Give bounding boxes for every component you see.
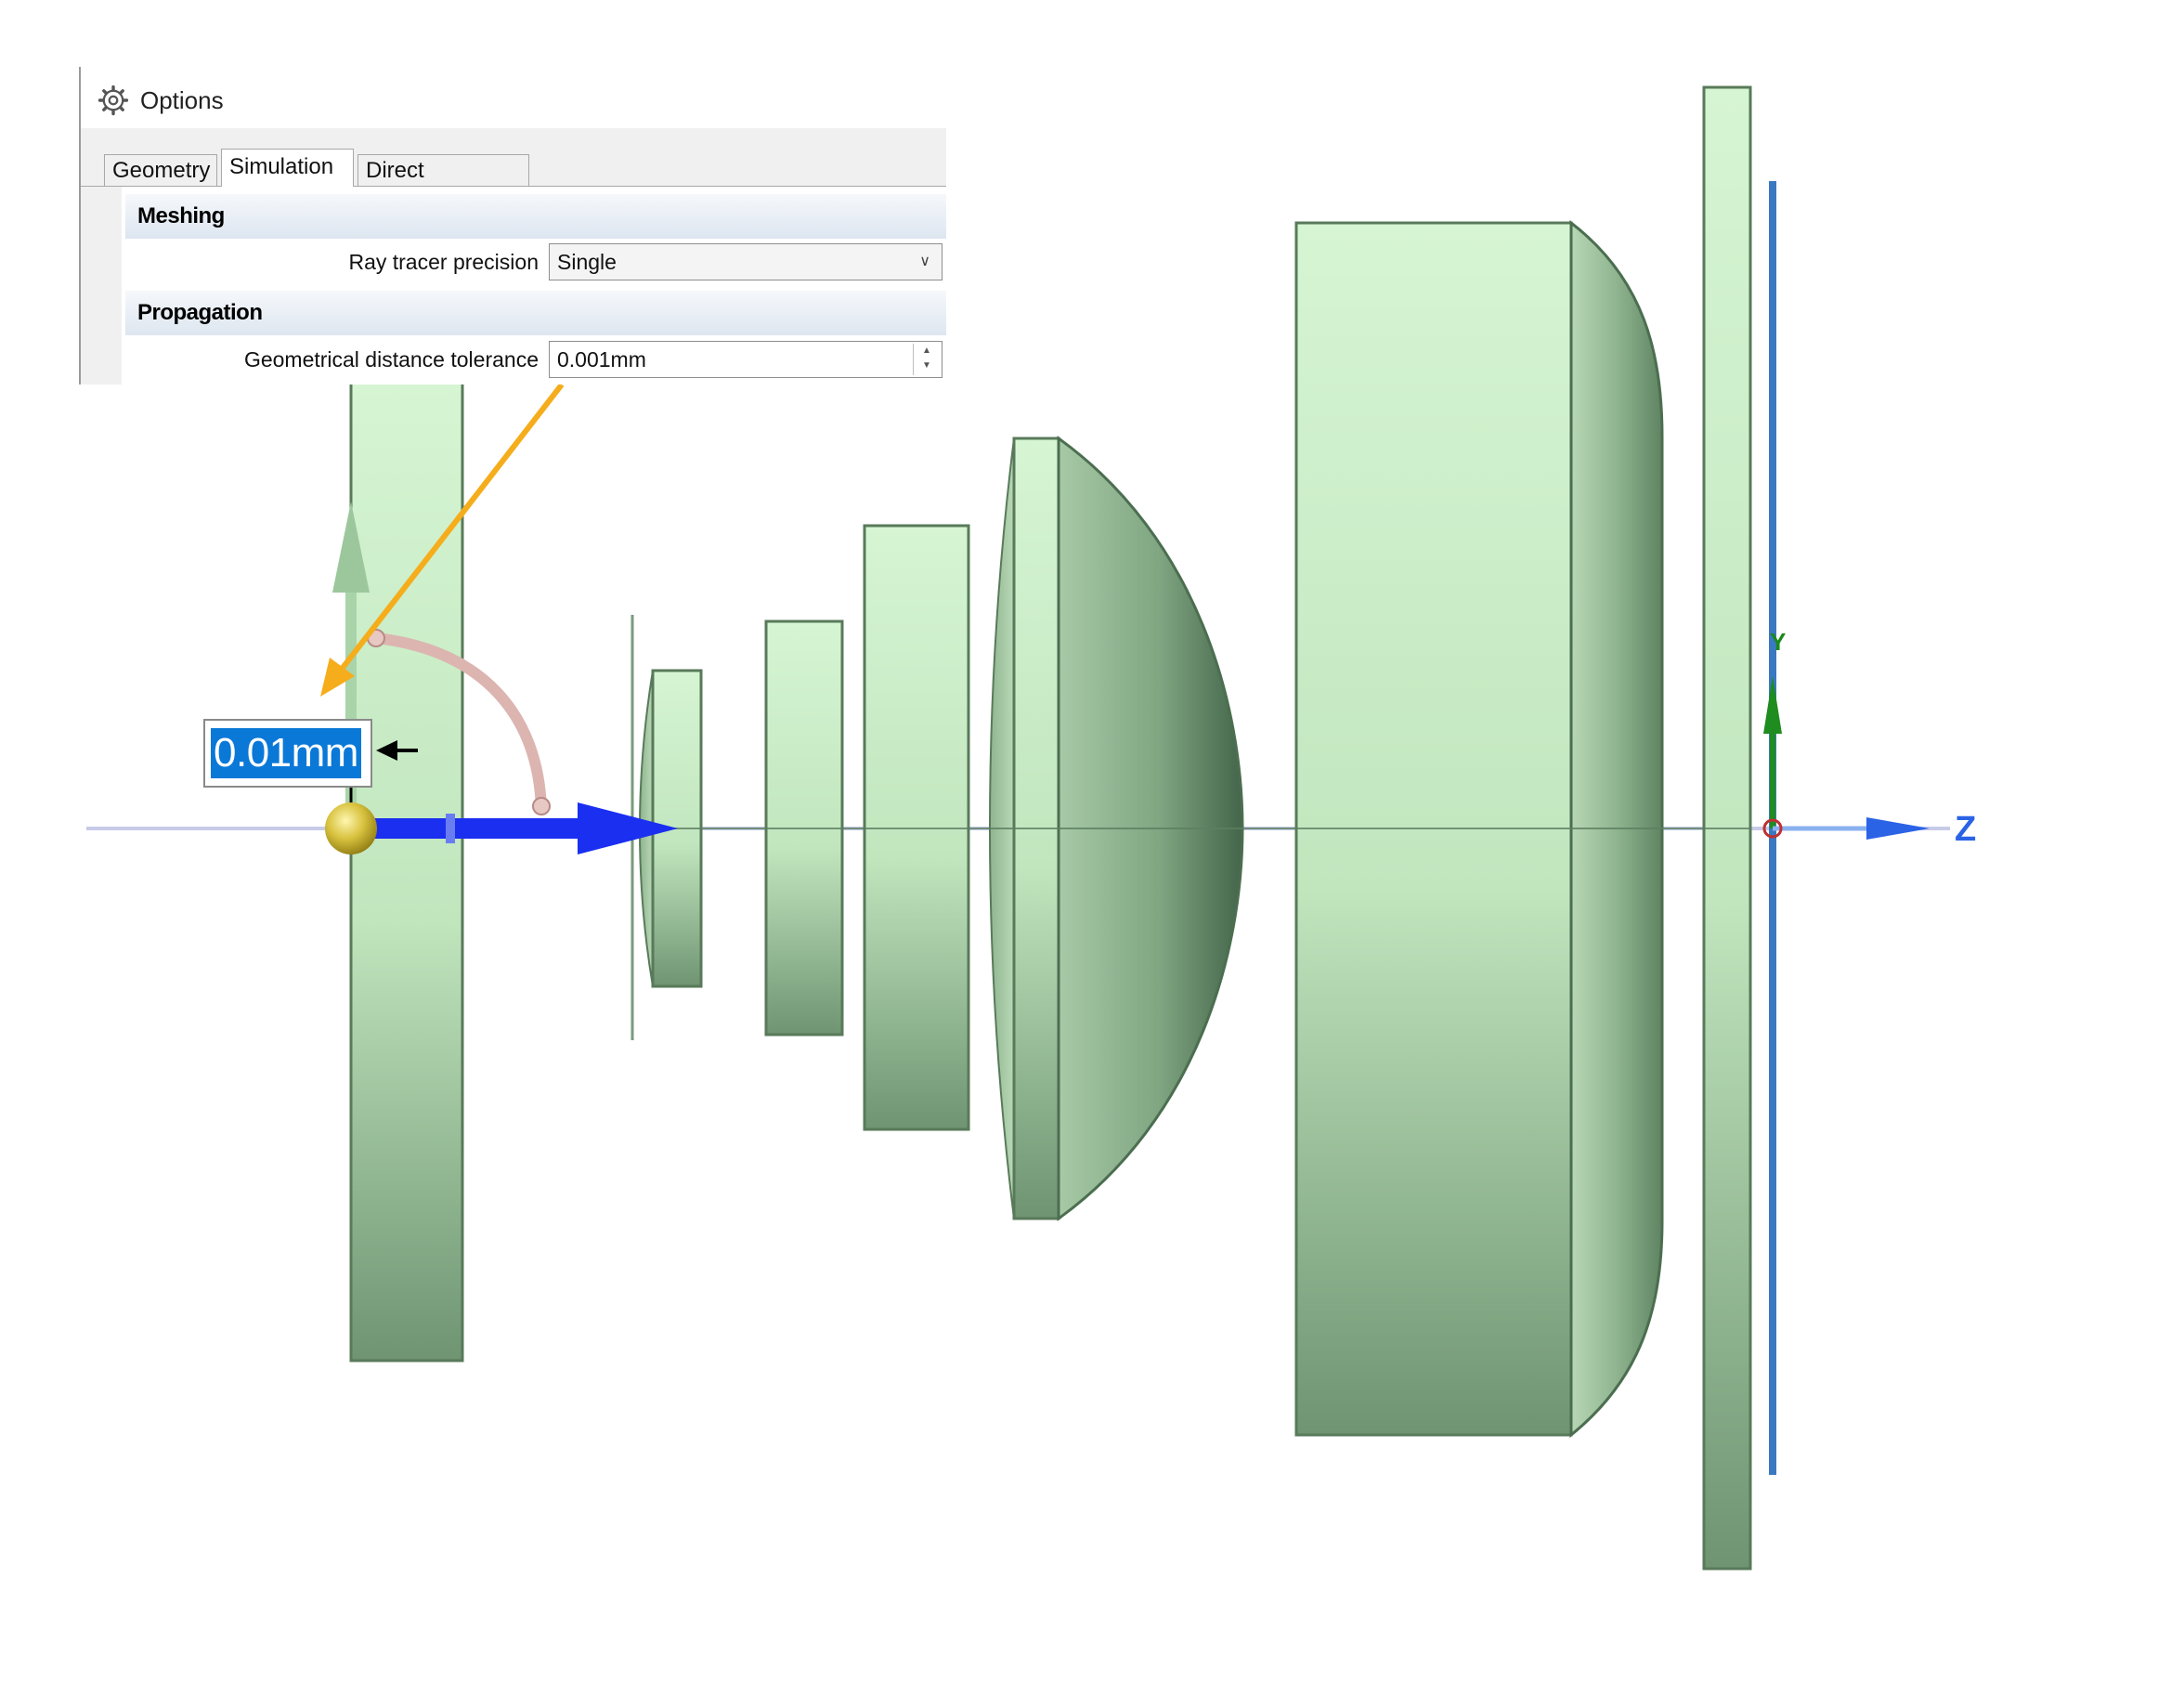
chevron-down-icon[interactable]: ∨ (919, 244, 930, 280)
dimension-edit-box[interactable]: 0.01mm (203, 719, 372, 788)
geometrical-distance-tolerance-input[interactable]: 0.001mm ▲ ▼ (549, 341, 942, 378)
spin-up-icon[interactable]: ▲ (914, 344, 940, 359)
y-axis-label: Y (1770, 628, 1787, 656)
z-axis-small-arrowhead (1866, 817, 1930, 840)
tolerance-spinner[interactable]: ▲ ▼ (913, 344, 940, 375)
section-propagation[interactable]: Propagation (125, 291, 946, 335)
ray-tracer-precision-value: Single (557, 250, 617, 274)
property-grid: Meshing Ray tracer precision Single ∨ Pr… (81, 187, 946, 385)
z-axis-label: Z (1955, 810, 1977, 849)
manipulator-origin-ball[interactable] (325, 802, 377, 854)
options-header: Options (98, 80, 224, 121)
manipulator-z-band (446, 814, 455, 843)
tab-simulation[interactable]: Simulation (221, 149, 354, 187)
spin-down-icon[interactable]: ▼ (914, 359, 940, 373)
ray-tracer-precision-label: Ray tracer precision (348, 250, 539, 274)
rotation-arc-end-handle[interactable] (532, 797, 551, 815)
geometrical-distance-tolerance-label: Geometrical distance tolerance (243, 347, 539, 372)
ray-tracer-precision-select[interactable]: Single ∨ (549, 243, 942, 280)
tab-geometry[interactable]: Geometry (104, 154, 217, 186)
tab-direct-simulation[interactable]: Direct simulation (358, 154, 529, 215)
geometrical-distance-tolerance-value: 0.001mm (557, 347, 646, 372)
property-grid-gutter (81, 187, 122, 385)
options-title: Options (140, 85, 224, 114)
section-meshing[interactable]: Meshing (125, 194, 946, 239)
dimension-value[interactable]: 0.01mm (211, 728, 361, 778)
gear-icon (98, 85, 129, 116)
options-panel: Options Geometry Simulation Direct simul… (79, 67, 946, 385)
lens-1-plate[interactable] (349, 379, 464, 1363)
y-axis-small-arrowhead (1763, 676, 1782, 734)
